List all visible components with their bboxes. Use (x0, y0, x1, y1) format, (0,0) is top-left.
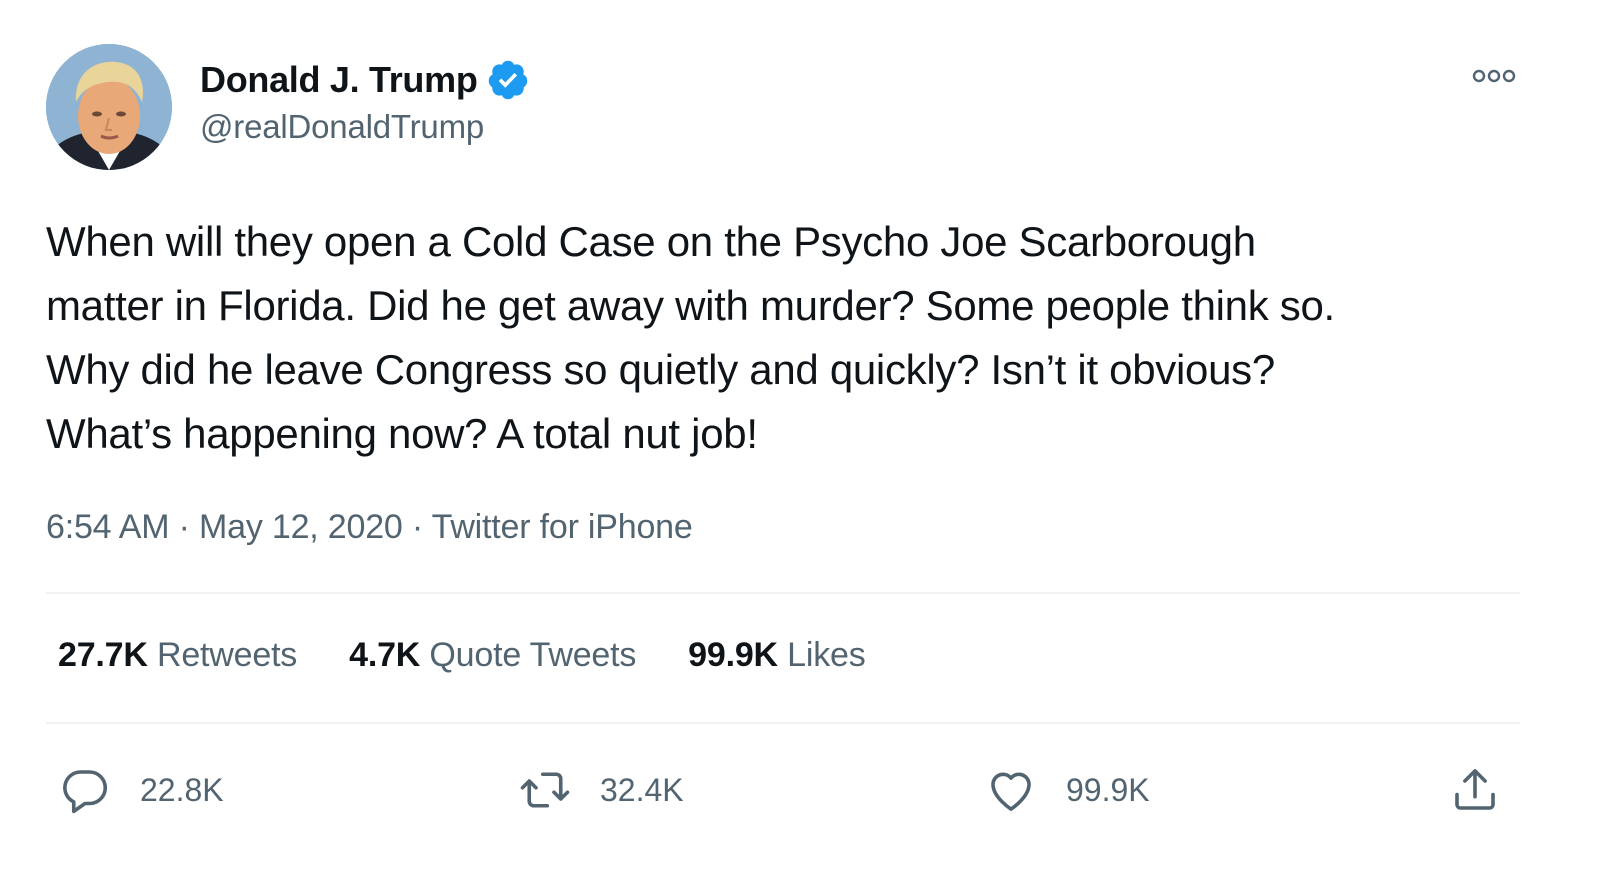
tweet-header: Donald J. Trump @realDonaldTrump (46, 44, 1546, 174)
retweet-button[interactable]: 32.4K (518, 760, 684, 820)
divider (46, 722, 1520, 724)
heart-icon (991, 772, 1031, 811)
avatar[interactable] (46, 44, 172, 170)
reply-count: 22.8K (140, 771, 224, 808)
tweet-text-line: When will they open a Cold Case on the P… (46, 218, 1256, 265)
avatar-photo (46, 44, 172, 170)
verified-badge-icon (488, 60, 527, 100)
reply-button[interactable]: 22.8K (58, 760, 224, 820)
display-name-row: Donald J. Trump (200, 58, 530, 102)
reply-icon (63, 770, 107, 814)
quote-tweets-label: Quote Tweets (429, 636, 637, 674)
meta-separator: · (169, 508, 199, 546)
author-names: Donald J. Trump @realDonaldTrump (200, 58, 530, 146)
action-bar: 22.8K 32.4K 99.9K (58, 760, 1508, 820)
tweet-source[interactable]: Twitter for iPhone (432, 508, 693, 546)
tweet-meta: 6:54 AM · May 12, 2020 · Twitter for iPh… (46, 508, 693, 547)
likes-stat[interactable]: 99.9K Likes (688, 636, 866, 675)
retweets-label: Retweets (156, 636, 298, 674)
tweet-date[interactable]: May 12, 2020 (199, 508, 403, 546)
display-name[interactable]: Donald J. Trump (200, 59, 478, 101)
tweet-time[interactable]: 6:54 AM (46, 508, 170, 546)
more-options-icon[interactable] (1472, 66, 1516, 86)
retweets-stat[interactable]: 27.7K Retweets (58, 636, 297, 675)
meta-separator: · (402, 508, 432, 546)
retweets-count: 27.7K (58, 636, 148, 674)
share-button[interactable] (1448, 760, 1502, 820)
tweet-text-line: What’s happening now? A total nut job! (46, 410, 758, 457)
engagement-stats: 27.7K Retweets 4.7K Quote Tweets 99.9K L… (58, 636, 866, 675)
share-icon (1455, 769, 1495, 810)
author-handle[interactable]: @realDonaldTrump (200, 108, 530, 146)
likes-label: Likes (787, 636, 866, 674)
retweet-count: 32.4K (600, 771, 684, 808)
like-count: 99.9K (1066, 771, 1150, 808)
divider (46, 592, 1520, 594)
quote-tweets-stat[interactable]: 4.7K Quote Tweets (349, 636, 636, 675)
quote-tweets-count: 4.7K (349, 636, 421, 674)
tweet-text-line: Why did he leave Congress so quietly and… (46, 346, 1275, 393)
tweet-text-line: matter in Florida. Did he get away with … (46, 282, 1335, 329)
likes-count: 99.9K (688, 636, 778, 674)
tweet-card: Donald J. Trump @realDonaldTrump When wi… (0, 0, 1600, 896)
like-button[interactable]: 99.9K (984, 760, 1150, 820)
tweet-text: When will they open a Cold Case on the P… (46, 210, 1556, 466)
retweet-icon (520, 772, 570, 808)
